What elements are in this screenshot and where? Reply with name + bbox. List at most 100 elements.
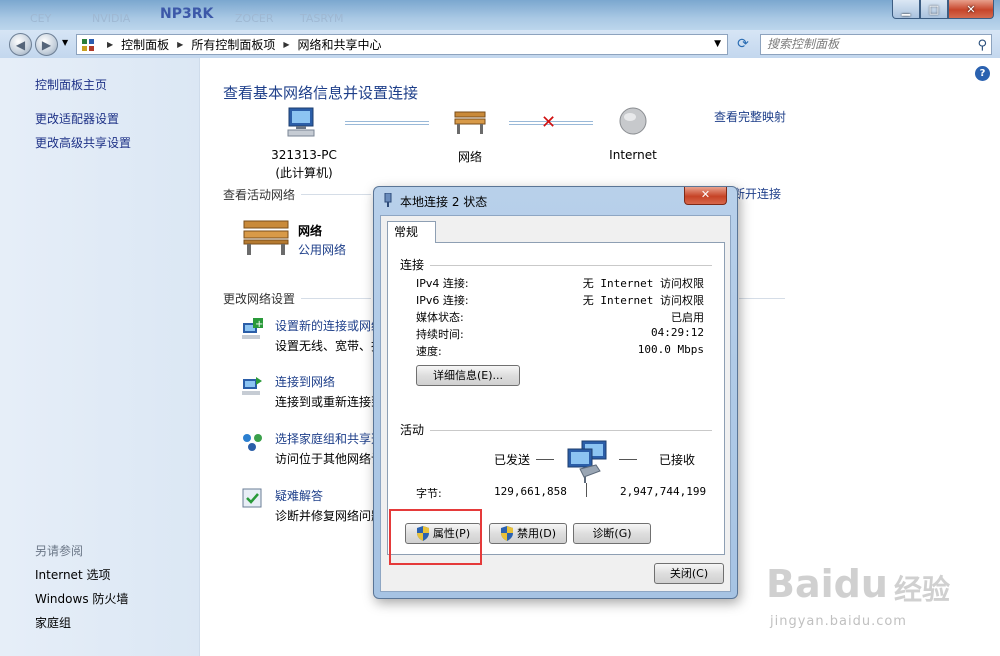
internet-node-label[interactable]: Internet (601, 148, 665, 162)
computer-name: 321313-PC (271, 148, 337, 162)
speed-label: 速度: (416, 345, 442, 358)
watermark-cn: 经验 (894, 573, 951, 606)
back-button[interactable]: ◀ (9, 33, 32, 56)
refresh-button[interactable]: ⟳ (732, 34, 754, 55)
breadcrumb-separator-icon[interactable]: ▶ (177, 40, 183, 49)
ipv4-value: 无 Internet 访问权限 (582, 277, 704, 290)
change-advanced-sharing-link[interactable]: 更改高级共享设置 (35, 134, 131, 151)
received-label: 已接收 (659, 453, 696, 467)
close-window-button[interactable]: ✕ (948, 0, 994, 19)
divider (430, 430, 712, 431)
bytes-separator (586, 483, 587, 497)
troubleshoot-desc: 诊断并修复网络问题 (275, 509, 383, 523)
maximize-icon: □ (928, 2, 940, 16)
minimize-icon: ▁ (901, 2, 911, 16)
page-title: 查看基本网络信息并设置连接 (223, 84, 419, 102)
close-button-label: 关闭(C) (669, 567, 709, 580)
see-also-heading: 另请参阅 (35, 544, 84, 558)
internet-options-link[interactable]: Internet 选项 (35, 566, 110, 583)
connect-network-icon (242, 377, 262, 395)
network-node-label[interactable]: 网络 (447, 148, 493, 165)
view-full-map-link[interactable]: 查看完整映射 (714, 108, 786, 125)
bytes-label: 字节: (416, 487, 442, 500)
divider (301, 298, 371, 299)
breadcrumb-separator-icon[interactable]: ▶ (283, 40, 289, 49)
disable-button-label: 禁用(D) (516, 527, 557, 540)
speed-value: 100.0 Mbps (637, 343, 704, 356)
dialog-title[interactable]: 本地连接 2 状态 (400, 193, 487, 210)
dialog-close-button[interactable]: ✕ (684, 187, 727, 205)
uac-shield-icon (500, 526, 513, 541)
setup-connection-desc: 设置无线、宽带、拨号 (275, 339, 383, 353)
sent-label: 已发送 (494, 453, 531, 467)
arrow-right-icon: ▶ (41, 37, 52, 52)
details-button[interactable]: 详细信息(E)... (416, 365, 520, 386)
watermark-url: jingyan.baidu.com (770, 614, 907, 629)
activity-group-label: 活动 (400, 423, 425, 437)
network-type-link[interactable]: 公用网络 (298, 241, 346, 258)
breadcrumb-all-items[interactable]: 所有控制面板项 (191, 36, 275, 53)
divider (739, 298, 785, 299)
search-icon[interactable]: ⚲ (977, 36, 987, 55)
address-bar[interactable]: ▶ 控制面板 ▶ 所有控制面板项 ▶ 网络和共享中心 ▼ (76, 34, 728, 55)
media-state-label: 媒体状态: (416, 311, 464, 324)
connection-line (345, 121, 429, 125)
left-navigation-pane: 控制面板主页 更改适配器设置 更改高级共享设置 另请参阅 Internet 选项… (0, 58, 200, 656)
troubleshoot-icon (242, 488, 262, 508)
control-panel-home-link[interactable]: 控制面板主页 (35, 76, 107, 93)
connect-network-link[interactable]: 连接到网络 (275, 373, 383, 390)
active-networks-heading: 查看活动网络 (223, 188, 296, 202)
duration-value: 04:29:12 (651, 326, 704, 339)
breadcrumb-control-panel[interactable]: 控制面板 (121, 36, 169, 53)
diagnose-button-label: 诊断(G) (592, 527, 632, 540)
media-state-value: 已启用 (671, 311, 704, 324)
disable-button[interactable]: 禁用(D) (489, 523, 567, 544)
disconnect-link[interactable]: 断开连接 (733, 185, 781, 202)
tab-general[interactable]: 常规 (387, 221, 436, 243)
homegroup-options-desc: 访问位于其他网络计算机 (275, 452, 383, 466)
connection-group-label: 连接 (400, 258, 425, 272)
refresh-icon: ⟳ (737, 36, 749, 52)
network-adapter-icon (384, 193, 392, 207)
ipv6-label: IPv6 连接: (416, 294, 469, 307)
dialog-close-text-button[interactable]: 关闭(C) (654, 563, 724, 584)
ipv4-label: IPv4 连接: (416, 277, 469, 290)
homegroup-options-link[interactable]: 选择家庭组和共享选项 (275, 430, 383, 447)
activity-computers-icon (567, 440, 607, 483)
homegroup-icon (243, 434, 262, 451)
address-dropdown-icon[interactable]: ▼ (714, 39, 721, 49)
maximize-button[interactable]: □ (920, 0, 948, 19)
change-adapter-settings-link[interactable]: 更改适配器设置 (35, 110, 119, 127)
details-button-label: 详细信息(E)... (432, 369, 504, 382)
breadcrumb-network-center[interactable]: 网络和共享中心 (298, 36, 382, 53)
recent-pages-dropdown-icon[interactable]: ▼ (62, 38, 68, 47)
search-placeholder: 搜索控制面板 (767, 37, 840, 51)
setup-connection-link[interactable]: 设置新的连接或网络 (275, 317, 383, 334)
new-connection-icon: + (242, 318, 263, 339)
computer-icon (287, 107, 315, 137)
network-sharing-center-window: CEY NVIDIA NP3RK ZOCER TASRYM ▁ □ ✕ ◀ ▶ … (0, 0, 1000, 656)
divider (430, 265, 712, 266)
ipv6-value: 无 Internet 访问权限 (582, 294, 704, 307)
watermark-brand: Baidu (766, 562, 888, 606)
minimize-button[interactable]: ▁ (892, 0, 920, 19)
control-panel-icon (82, 38, 94, 51)
homegroup-link[interactable]: 家庭组 (35, 614, 71, 631)
svg-text:+: + (255, 319, 263, 330)
arrow-left-icon: ◀ (15, 37, 26, 52)
title-bar[interactable]: CEY NVIDIA NP3RK ZOCER TASRYM ▁ □ ✕ (0, 0, 1000, 30)
divider (301, 194, 371, 195)
computer-sub-label: (此计算机) (275, 166, 333, 180)
diagnose-button[interactable]: 诊断(G) (573, 523, 651, 544)
windows-firewall-link[interactable]: Windows 防火墙 (35, 590, 128, 607)
close-icon: ✕ (966, 2, 976, 16)
active-network-name: 网络 (298, 224, 323, 238)
troubleshoot-link[interactable]: 疑难解答 (275, 487, 383, 504)
help-icon[interactable]: ? (975, 66, 990, 81)
breadcrumb-separator-icon[interactable]: ▶ (107, 40, 113, 49)
properties-highlight-annotation (389, 509, 482, 565)
baidu-watermark: Baidu 经验 jingyan.baidu.com (766, 562, 956, 642)
search-input[interactable]: 搜索控制面板 ⚲ (760, 34, 992, 55)
forward-button[interactable]: ▶ (35, 33, 58, 56)
this-computer-node[interactable]: 321313-PC (此计算机) (267, 148, 341, 181)
